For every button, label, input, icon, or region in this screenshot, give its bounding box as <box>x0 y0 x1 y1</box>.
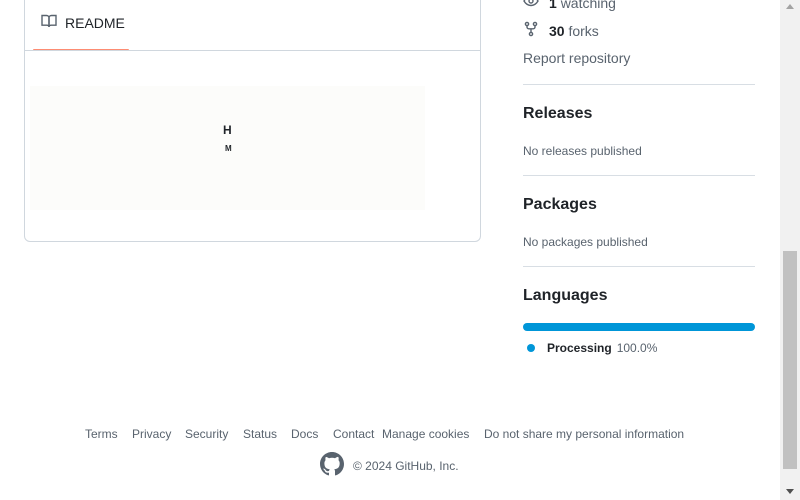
logo-letter-m: M <box>225 144 232 153</box>
scroll-up-arrow-icon[interactable] <box>786 4 794 9</box>
footer-link-terms[interactable]: Terms <box>85 427 118 441</box>
releases-title[interactable]: Releases <box>523 105 592 123</box>
report-repository-link[interactable]: Report repository <box>523 50 630 66</box>
readme-divider <box>25 50 480 51</box>
divider <box>523 84 755 85</box>
forks-link[interactable]: 30 forks <box>523 21 599 40</box>
footer-link-security[interactable]: Security <box>185 427 228 441</box>
footer-copyright: © 2024 GitHub, Inc. <box>320 452 459 479</box>
language-percent: 100.0% <box>616 341 658 355</box>
book-icon <box>41 13 57 32</box>
divider <box>523 175 755 176</box>
forks-label: forks <box>568 22 599 39</box>
language-color-dot <box>527 344 535 352</box>
watching-label: watching <box>560 0 616 11</box>
footer-link-do-not-share[interactable]: Do not share my personal information <box>484 427 684 441</box>
logo-letter-h: H <box>223 123 232 137</box>
releases-note: No releases published <box>523 144 642 158</box>
watching-link[interactable]: 1 watching <box>523 0 616 12</box>
scroll-down-arrow-icon[interactable] <box>786 489 794 494</box>
fork-icon <box>523 21 539 40</box>
page-scrollbar[interactable] <box>780 0 800 500</box>
forks-count: 30 <box>549 22 565 39</box>
scrollbar-thumb[interactable] <box>783 251 797 469</box>
eye-icon <box>523 0 539 12</box>
footer-link-privacy[interactable]: Privacy <box>132 427 171 441</box>
language-item[interactable]: Processing 100.0% <box>527 341 657 355</box>
packages-title[interactable]: Packages <box>523 196 597 214</box>
copyright-text: © 2024 GitHub, Inc. <box>353 458 459 473</box>
packages-note: No packages published <box>523 235 648 249</box>
footer-link-status[interactable]: Status <box>243 427 277 441</box>
language-name: Processing <box>547 341 612 355</box>
footer-link-contact[interactable]: Contact <box>333 427 374 441</box>
tab-readme[interactable]: README <box>33 0 129 51</box>
languages-title: Languages <box>523 287 608 304</box>
watching-count: 1 <box>549 0 557 11</box>
language-bar <box>523 323 755 331</box>
footer-link-docs[interactable]: Docs <box>291 427 318 441</box>
github-logo-icon[interactable] <box>320 452 344 479</box>
footer-link-manage-cookies[interactable]: Manage cookies <box>382 427 469 441</box>
divider <box>523 266 755 267</box>
tab-readme-label: README <box>65 14 125 31</box>
